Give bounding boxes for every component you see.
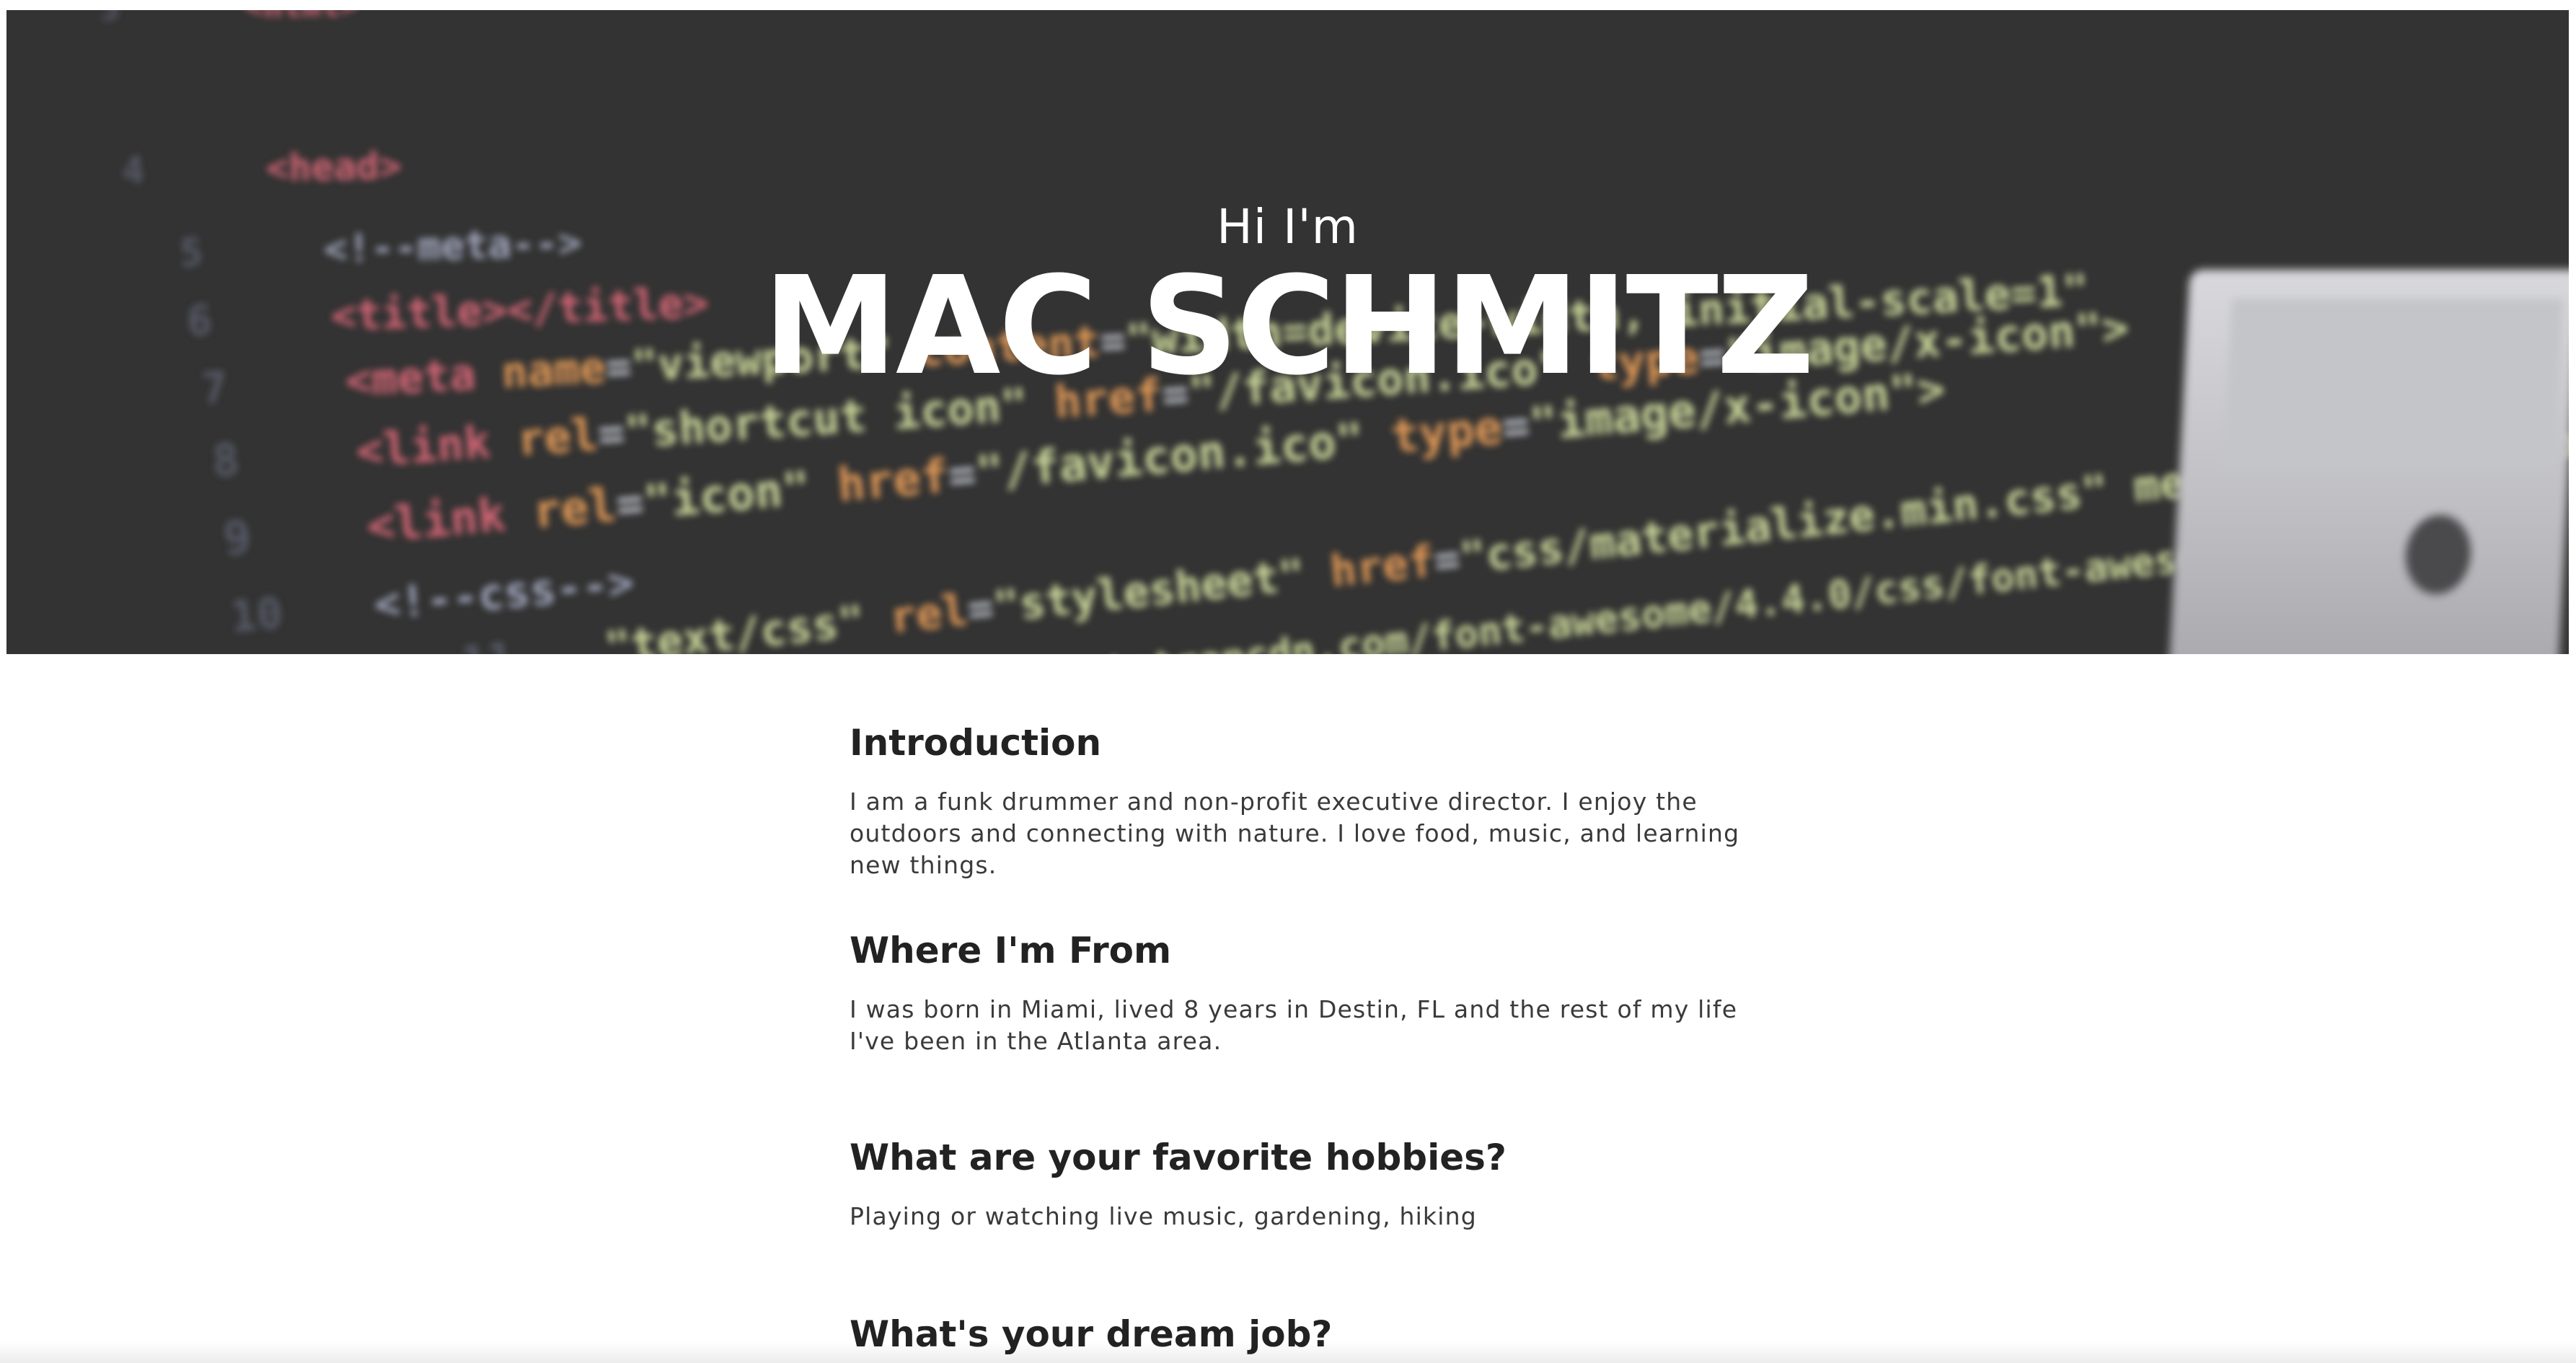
section-heading: What are your favorite hobbies?	[850, 1137, 1507, 1178]
section-heading: Where I'm From	[850, 930, 1172, 971]
hero-banner: 3<html>4<head>5<!--meta-->6<title></titl…	[6, 10, 2569, 654]
hero-greeting: Hi I'm	[1217, 199, 1359, 255]
section-heading: Introduction	[850, 722, 1102, 764]
section-body: I am a funk drummer and non-profit execu…	[850, 788, 1740, 879]
profile-page: 3<html>4<head>5<!--meta-->6<title></titl…	[0, 0, 2576, 1363]
hero-name: MAC SCHMITZ	[762, 247, 1814, 405]
page-fold-shadow	[0, 1341, 2576, 1363]
section-where-from: Where I'm From I was born in Miami, live…	[850, 929, 1744, 1057]
section-body: Playing or watching live music, gardenin…	[850, 1202, 1477, 1230]
section-body: I was born in Miami, lived 8 years in De…	[850, 995, 1738, 1055]
hero-text: Hi I'm MAC SCHMITZ	[6, 10, 2569, 654]
section-introduction: Introduction I am a funk drummer and non…	[850, 721, 1744, 881]
section-hobbies: What are your favorite hobbies? Playing …	[850, 1136, 1744, 1232]
